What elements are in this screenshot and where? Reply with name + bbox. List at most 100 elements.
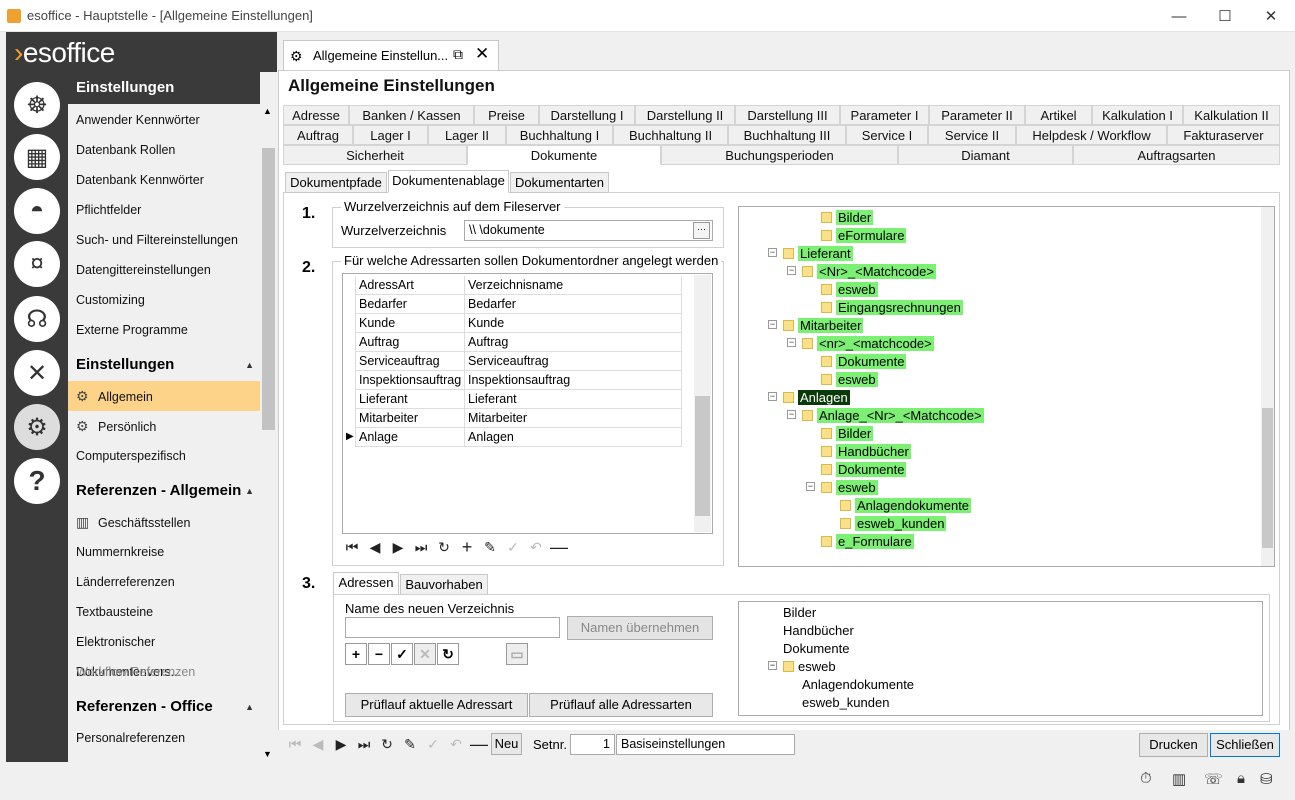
root-dir-input[interactable]: \\ \dokumente	[464, 220, 713, 241]
nav-item[interactable]: Textbausteine	[68, 597, 260, 627]
edit-icon[interactable]: ✎	[479, 537, 501, 557]
tree-node-selected[interactable]: − Anlagen	[768, 389, 850, 406]
table-row[interactable]: Kunde Kunde	[355, 314, 682, 333]
confirm-icon[interactable]: ✓	[502, 537, 524, 557]
database-icon[interactable]: ⛁	[1260, 770, 1273, 788]
undo-icon[interactable]: ↶	[445, 734, 467, 754]
gears-icon[interactable]: ⚙	[14, 404, 60, 450]
prev-record-icon[interactable]: ◀	[364, 537, 386, 557]
building-icon[interactable]: ▥	[1172, 770, 1186, 788]
tree-node[interactable]: Anlagendokumente	[802, 676, 914, 693]
subtab-dokumentpfade[interactable]: Dokumentpfade	[285, 172, 387, 193]
collapse-icon[interactable]: ▲	[245, 349, 254, 381]
new-folder-input[interactable]	[345, 617, 560, 638]
cancel-folder-icon[interactable]: ✕	[414, 643, 436, 665]
first-record-icon[interactable]: ⏮	[341, 537, 363, 557]
edit-icon[interactable]: ✎	[399, 734, 421, 754]
nav-item-persoenlich[interactable]: ⚙ Persönlich	[68, 411, 260, 441]
subtab-dokumentenablage[interactable]: Dokumentenablage	[388, 170, 509, 193]
undo-icon[interactable]: ↶	[525, 537, 547, 557]
tab-service-2[interactable]: Service II	[928, 125, 1016, 145]
next-record-icon[interactable]: ▶	[387, 537, 409, 557]
nav-item[interactable]: Datenbank Rollen	[68, 135, 260, 165]
tree-node[interactable]: Dokumente	[821, 461, 907, 478]
tab-auftrag[interactable]: Auftrag	[283, 125, 353, 145]
collapse-icon[interactable]: ▲	[245, 475, 254, 507]
tab-diamant[interactable]: Diamant	[898, 145, 1073, 165]
tab-service-1[interactable]: Service I	[846, 125, 928, 145]
nav-section-header[interactable]: Referenzen - Office ▲	[68, 691, 260, 723]
remove-icon[interactable]: —	[548, 537, 570, 557]
last-record-icon[interactable]: ⏭	[353, 734, 375, 754]
alarm-light-icon[interactable]: ◓	[14, 188, 60, 234]
check-current-button[interactable]: Prüflauf aktuelle Adressart	[345, 693, 528, 717]
tab-preise[interactable]: Preise	[474, 105, 539, 125]
table-row[interactable]: Lieferant Lieferant	[355, 390, 682, 409]
subtab-dokumentarten[interactable]: Dokumentarten	[510, 172, 609, 193]
scroll-up-icon[interactable]: ▲	[263, 106, 272, 116]
nav-item[interactable]: Nummernkreise	[68, 537, 260, 567]
tab-buchhaltung-2[interactable]: Buchhaltung II	[613, 125, 728, 145]
confirm-folder-icon[interactable]: ✓	[391, 643, 413, 665]
tab-darstellung-2[interactable]: Darstellung II	[635, 105, 735, 125]
tab-darstellung-3[interactable]: Darstellung III	[735, 105, 840, 125]
first-record-icon[interactable]: ⏮	[284, 734, 306, 754]
nav-item[interactable]: Workflow Referenzen	[68, 657, 260, 687]
tab-lager-1[interactable]: Lager I	[353, 125, 428, 145]
tab-parameter-1[interactable]: Parameter I	[840, 105, 929, 125]
tab-darstellung-1[interactable]: Darstellung I	[539, 105, 635, 125]
table-row[interactable]: Bedarfer Bedarfer	[355, 295, 682, 314]
refresh-icon[interactable]: ↻	[376, 734, 398, 754]
table-row[interactable]: Auftrag Auftrag	[355, 333, 682, 352]
confirm-icon[interactable]: ✓	[422, 734, 444, 754]
add-icon[interactable]: +	[456, 537, 478, 557]
tree-node[interactable]: − Anlage_<Nr>_<Matchcode>	[787, 407, 984, 424]
calendar-icon[interactable]: ▦	[14, 134, 60, 180]
next-record-icon[interactable]: ▶	[330, 734, 352, 754]
tab-kalkulation-1[interactable]: Kalkulation I	[1092, 105, 1183, 125]
check-all-button[interactable]: Prüflauf alle Adressarten	[529, 693, 713, 717]
tab-parameter-2[interactable]: Parameter II	[929, 105, 1025, 125]
tree-node[interactable]: Anlagendokumente	[840, 497, 972, 514]
prev-record-icon[interactable]: ◀	[307, 734, 329, 754]
tree-node[interactable]: eFormulare	[821, 227, 907, 244]
collapse-icon[interactable]: ▲	[245, 691, 254, 723]
nav-item-geschaeftsstellen[interactable]: ▥ Geschäftsstellen	[68, 507, 260, 537]
nav-item[interactable]: Elektronischer Dokumentenvers...	[68, 627, 260, 679]
nav-item[interactable]: Externe Programme	[68, 315, 260, 345]
tree-node[interactable]: esweb	[821, 281, 878, 298]
tree-node[interactable]: Bilder	[783, 604, 816, 621]
tab-bauvorhaben[interactable]: Bauvorhaben	[400, 574, 488, 595]
tab-kalkulation-2[interactable]: Kalkulation II	[1183, 105, 1280, 125]
preview-tree[interactable]: Bilder Handbücher Dokumente − esweb Anlag…	[738, 601, 1263, 716]
close-tab-icon[interactable]: ✕	[475, 44, 489, 64]
nav-item[interactable]: Anwender Kennwörter	[68, 105, 260, 135]
new-button[interactable]: Neu	[491, 733, 522, 755]
nav-item[interactable]: Computerspezifisch	[68, 441, 260, 471]
close-button[interactable]: Schließen	[1210, 733, 1280, 757]
tree-node[interactable]: Bilder	[821, 425, 874, 442]
last-record-icon[interactable]: ⏭	[410, 537, 432, 557]
tab-adressen[interactable]: Adressen	[333, 572, 399, 595]
grid-scroll-thumb[interactable]	[695, 396, 710, 516]
remove-folder-icon[interactable]: −	[368, 643, 390, 665]
table-row[interactable]: Inspektionsauftrag Inspektionsauftrag	[355, 371, 682, 390]
tree-node[interactable]: Dokumente	[783, 640, 849, 657]
stopwatch-icon[interactable]: ⏱	[1140, 770, 1152, 787]
tab-buchungsperioden[interactable]: Buchungsperioden	[661, 145, 898, 165]
helm-icon[interactable]: ☸	[14, 82, 60, 128]
setnr-input[interactable]: 1	[570, 734, 615, 755]
browse-button[interactable]: ···	[693, 222, 710, 239]
refresh-icon[interactable]: ↻	[433, 537, 455, 557]
tree-node[interactable]: − Mitarbeiter	[768, 317, 864, 334]
help-icon[interactable]: ?	[14, 458, 60, 504]
folder-action-icon[interactable]: ▭	[506, 643, 528, 665]
nav-section-header[interactable]: Einstellungen ▲	[68, 349, 260, 381]
close-window-button[interactable]: ✕	[1248, 0, 1294, 32]
table-row[interactable]: Mitarbeiter Mitarbeiter	[355, 409, 682, 428]
tab-artikel[interactable]: Artikel	[1025, 105, 1092, 125]
nav-item[interactable]: Pflichtfelder	[68, 195, 260, 225]
headset-icon[interactable]: ☊	[14, 296, 60, 342]
money-icon[interactable]: ¤	[14, 241, 60, 287]
nav-item[interactable]: Personalreferenzen	[68, 723, 260, 753]
